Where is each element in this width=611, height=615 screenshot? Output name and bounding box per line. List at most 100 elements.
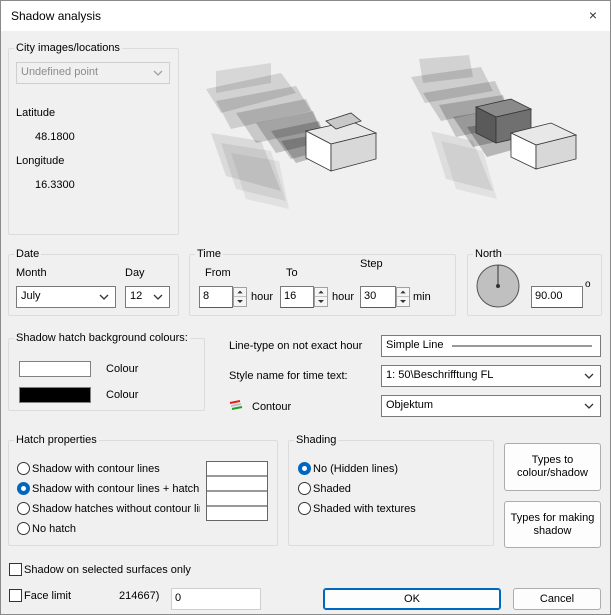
hatch-option-none-radio[interactable] xyxy=(17,522,30,535)
time-step-spinner[interactable] xyxy=(396,287,410,307)
north-group-label: North xyxy=(473,248,504,260)
colour-swatch-white[interactable] xyxy=(19,361,91,377)
time-step-label: Step xyxy=(360,258,383,270)
time-to-input[interactable]: 16 xyxy=(280,286,314,308)
shading-option-shaded-label[interactable]: Shaded xyxy=(313,483,351,495)
linetype-select[interactable]: Simple Line xyxy=(381,335,601,357)
types-for-making-shadow-button[interactable]: Types for making shadow xyxy=(504,501,601,548)
hatch-option-contour-hatch-radio[interactable] xyxy=(17,482,30,495)
time-from-input[interactable]: 8 xyxy=(199,286,233,308)
north-compass-dial[interactable] xyxy=(475,263,521,309)
spin-down-icon[interactable] xyxy=(234,297,246,306)
month-select-value: July xyxy=(21,290,41,302)
linetype-label: Line-type on not exact hour xyxy=(229,340,363,352)
chevron-down-icon xyxy=(99,294,109,300)
types-to-colour-shadow-button[interactable]: Types to colour/shadow xyxy=(504,443,601,491)
month-label: Month xyxy=(16,267,47,279)
day-select[interactable]: 12 xyxy=(125,286,170,308)
spin-up-icon[interactable] xyxy=(234,288,246,297)
day-label: Day xyxy=(125,267,145,279)
latitude-value: 48.1800 xyxy=(35,131,75,143)
hatch-option-contour-hatch-label[interactable]: Shadow with contour lines + hatch xyxy=(32,483,199,495)
spin-down-icon[interactable] xyxy=(315,297,327,306)
linetype-select-value: Simple Line xyxy=(386,339,444,351)
types-to-colour-shadow-line2: colour/shadow xyxy=(517,467,588,479)
time-from-label: From xyxy=(205,267,231,279)
hatch-properties-group-label: Hatch properties xyxy=(14,434,99,446)
shadow-preview-illustration xyxy=(206,55,578,209)
spin-up-icon[interactable] xyxy=(315,288,327,297)
time-to-value: 16 xyxy=(284,290,297,302)
face-limit-input[interactable]: 0 xyxy=(171,588,261,610)
face-limit-checkbox[interactable] xyxy=(9,589,22,602)
close-icon[interactable]: × xyxy=(586,8,600,23)
selected-surfaces-checkbox[interactable] xyxy=(9,563,22,576)
chevron-down-icon xyxy=(153,294,163,300)
line-sample xyxy=(452,345,592,347)
types-to-colour-shadow-line1: Types to xyxy=(531,454,574,466)
time-to-unit: hour xyxy=(332,291,355,303)
longitude-label: Longitude xyxy=(16,155,65,167)
shading-option-shaded-radio[interactable] xyxy=(298,482,311,495)
style-name-select[interactable]: 1: 50\Beschrifftung FL xyxy=(381,365,601,387)
face-limit-label[interactable]: Face limit xyxy=(24,590,71,602)
ok-button[interactable]: OK xyxy=(323,588,501,610)
time-to-label: To xyxy=(286,267,298,279)
style-name-select-value: 1: 50\Beschrifftung FL xyxy=(386,369,494,381)
style-name-label: Style name for time text: xyxy=(229,370,348,382)
window-title: Shadow analysis xyxy=(11,9,102,23)
hatch-option-none-label[interactable]: No hatch xyxy=(32,523,76,535)
colour2-label: Colour xyxy=(106,389,139,401)
chevron-down-icon xyxy=(153,70,163,76)
face-limit-value: 0 xyxy=(175,592,182,604)
time-step-value: 30 xyxy=(364,290,377,302)
contour-select[interactable]: Objektum xyxy=(381,395,601,417)
contour-label: Contour xyxy=(252,401,292,413)
types-for-making-shadow-line1: Types for making xyxy=(510,511,595,524)
north-angle-input[interactable]: 90.00 xyxy=(531,286,583,308)
building-right xyxy=(474,98,578,170)
hatch-background-group-label: Shadow hatch background colours: xyxy=(14,332,190,344)
hatch-option-contour-label[interactable]: Shadow with contour lines xyxy=(32,463,160,475)
shading-group-label: Shading xyxy=(294,434,339,446)
degree-unit: o xyxy=(585,279,591,290)
city-locations-group-label: City images/locations xyxy=(14,42,122,54)
shading-option-textures-radio[interactable] xyxy=(298,502,311,515)
contour-color-icon xyxy=(229,400,243,410)
shading-option-none-radio[interactable] xyxy=(298,462,311,475)
time-from-spinner[interactable] xyxy=(233,287,247,307)
longitude-value: 16.3300 xyxy=(35,179,75,191)
location-select-value: Undefined point xyxy=(21,66,99,78)
time-step-input[interactable]: 30 xyxy=(360,286,396,308)
day-select-value: 12 xyxy=(130,290,143,302)
time-from-unit: hour xyxy=(251,291,274,303)
selected-surfaces-label[interactable]: Shadow on selected surfaces only xyxy=(24,564,191,576)
time-group-label: Time xyxy=(195,248,224,260)
hatch-option-contour-radio[interactable] xyxy=(17,462,30,475)
contour-select-value: Objektum xyxy=(386,399,434,411)
hatch-option-no-contour-radio[interactable] xyxy=(17,502,30,515)
time-step-unit: min xyxy=(413,291,431,303)
title-bar[interactable]: Shadow analysis × xyxy=(1,1,610,31)
time-to-spinner[interactable] xyxy=(314,287,328,307)
cancel-button[interactable]: Cancel xyxy=(513,588,601,610)
hatch-option-no-contour-label[interactable]: Shadow hatches without contour lines xyxy=(32,503,200,515)
latitude-label: Latitude xyxy=(16,107,56,119)
shading-option-textures-label[interactable]: Shaded with textures xyxy=(313,503,416,515)
colour-swatch-black[interactable] xyxy=(19,387,91,403)
north-angle-value: 90.00 xyxy=(535,290,563,302)
hatch-pattern-preview[interactable] xyxy=(206,461,268,521)
time-from-value: 8 xyxy=(203,290,210,302)
spin-up-icon[interactable] xyxy=(397,288,409,297)
date-group-label: Date xyxy=(14,248,42,260)
types-for-making-shadow-line2: shadow xyxy=(533,524,572,537)
face-limit-code: 214667) xyxy=(119,590,160,602)
colour1-label: Colour xyxy=(106,363,139,375)
spin-down-icon[interactable] xyxy=(397,297,409,306)
location-select[interactable]: Undefined point xyxy=(16,62,170,84)
shading-option-none-label[interactable]: No (Hidden lines) xyxy=(313,463,398,475)
chevron-down-icon xyxy=(584,403,594,409)
month-select[interactable]: July xyxy=(16,286,116,308)
shadow-analysis-dialog: Shadow analysis × City images/locations … xyxy=(0,0,611,615)
chevron-down-icon xyxy=(584,373,594,379)
